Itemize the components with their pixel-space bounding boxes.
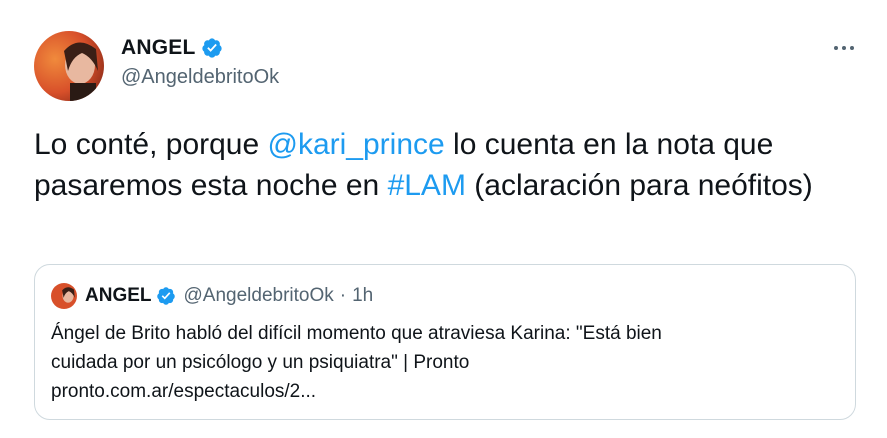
author-avatar[interactable] xyxy=(34,31,104,101)
mention-link[interactable]: @kari_prince xyxy=(268,128,445,161)
more-options-button[interactable] xyxy=(826,36,862,60)
quoted-timestamp[interactable]: 1h xyxy=(352,285,373,307)
quoted-text-line: Ángel de Brito habló del difícil momento… xyxy=(51,323,662,344)
quoted-author-handle: @AngeldebritoOk xyxy=(183,285,334,306)
dot-separator: · xyxy=(339,285,347,306)
more-horizontal-icon xyxy=(834,46,854,50)
tweet-text: Lo conté, porque @kari_prince lo cuenta … xyxy=(34,124,864,206)
quoted-tweet-text: Ángel de Brito habló del difícil momento… xyxy=(51,319,841,406)
quoted-author-name: ANGEL xyxy=(85,285,152,306)
quoted-author-avatar xyxy=(51,283,77,309)
tweet-text-part: (aclaración para neófitos) xyxy=(465,169,813,202)
author-name[interactable]: ANGEL xyxy=(121,36,196,60)
quoted-text-line: cuidada por un psicólogo y un psiquiatra… xyxy=(51,352,470,373)
verified-badge-icon xyxy=(156,286,176,306)
author-handle[interactable]: @AngeldebritoOk xyxy=(121,66,279,89)
tweet-text-part: Lo conté, porque xyxy=(34,128,268,161)
hashtag-link[interactable]: #LAM xyxy=(388,169,466,202)
quoted-link-text: pronto.com.ar/espectaculos/2... xyxy=(51,381,317,402)
quoted-tweet[interactable]: ANGEL @AngeldebritoOk · 1h Ángel de Brit… xyxy=(34,264,856,420)
verified-badge-icon xyxy=(201,37,223,59)
tweet-card[interactable]: ANGEL @AngeldebritoOk Lo conté, porque @… xyxy=(0,0,887,438)
